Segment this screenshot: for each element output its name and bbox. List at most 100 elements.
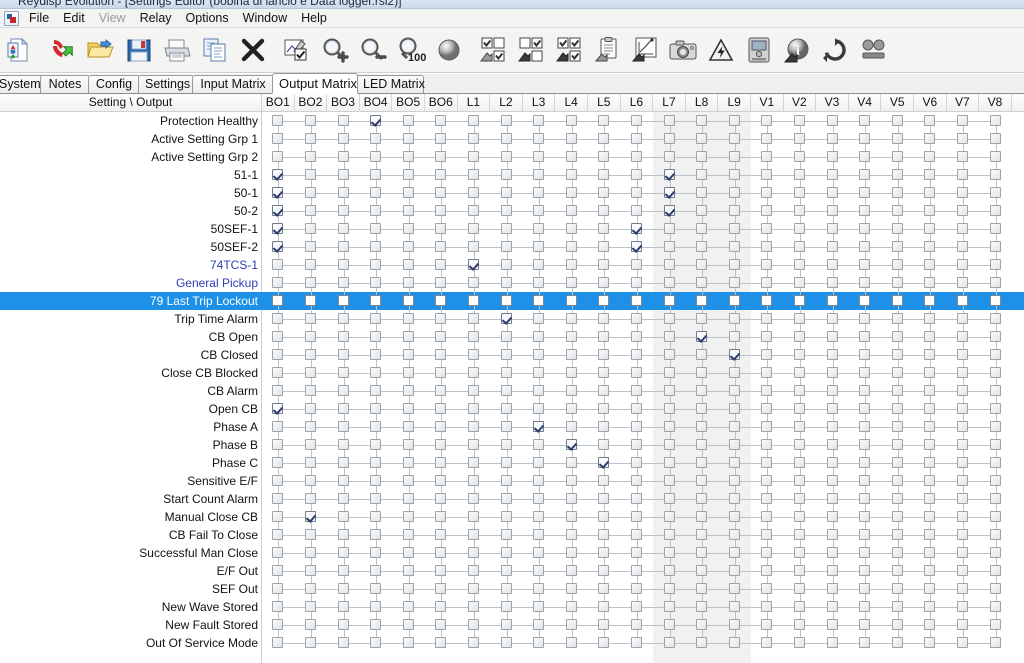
matrix-checkbox[interactable] [500, 331, 512, 342]
matrix-checkbox[interactable] [630, 115, 642, 126]
matrix-checkbox[interactable] [989, 619, 1001, 630]
graph-export-icon[interactable] [627, 30, 663, 70]
matrix-checkbox[interactable] [598, 277, 610, 288]
column-header-l1[interactable]: L1 [458, 94, 491, 112]
matrix-checkbox[interactable] [304, 619, 316, 630]
matrix-checkbox[interactable] [435, 115, 447, 126]
matrix-checkbox[interactable] [272, 295, 284, 306]
matrix-checkbox[interactable] [304, 421, 316, 432]
matrix-checkbox[interactable] [924, 637, 936, 648]
matrix-checkbox[interactable] [402, 583, 414, 594]
matrix-checkbox[interactable] [696, 493, 708, 504]
matrix-checkbox[interactable] [370, 385, 382, 396]
matrix-checkbox[interactable] [924, 133, 936, 144]
matrix-checkbox[interactable] [891, 511, 903, 522]
matrix-checkbox[interactable] [500, 637, 512, 648]
matrix-checkbox[interactable] [663, 295, 675, 306]
matrix-checkbox[interactable] [402, 115, 414, 126]
matrix-checkbox[interactable] [859, 583, 871, 594]
matrix-checkbox[interactable] [989, 493, 1001, 504]
matrix-checkbox[interactable] [272, 601, 284, 612]
matrix-checkbox[interactable] [989, 439, 1001, 450]
matrix-checkbox[interactable] [793, 295, 805, 306]
menu-item-edit[interactable]: Edit [56, 9, 92, 28]
matrix-checkbox[interactable] [696, 187, 708, 198]
matrix-checkbox[interactable] [272, 637, 284, 648]
matrix-checkbox[interactable] [728, 241, 740, 252]
matrix-checkbox[interactable] [598, 511, 610, 522]
send-checkbox-grid-icon[interactable] [475, 30, 511, 70]
matrix-checkbox[interactable] [370, 511, 382, 522]
matrix-checkbox[interactable] [793, 367, 805, 378]
matrix-checkbox[interactable] [304, 187, 316, 198]
matrix-checkbox[interactable] [891, 547, 903, 558]
matrix-checkbox[interactable] [663, 151, 675, 162]
matrix-checkbox[interactable] [956, 475, 968, 486]
matrix-checkbox[interactable] [598, 187, 610, 198]
matrix-checkbox[interactable] [826, 169, 838, 180]
matrix-checkbox[interactable] [859, 565, 871, 576]
matrix-checkbox[interactable] [696, 583, 708, 594]
matrix-checkbox[interactable] [565, 313, 577, 324]
matrix-checkbox[interactable] [304, 601, 316, 612]
matrix-checkbox[interactable] [663, 457, 675, 468]
matrix-checkbox[interactable] [826, 601, 838, 612]
matrix-checkbox[interactable] [304, 313, 316, 324]
matrix-checkbox[interactable] [793, 313, 805, 324]
matrix-checkbox[interactable] [891, 349, 903, 360]
matrix-checkbox[interactable] [337, 349, 349, 360]
matrix-checkbox[interactable] [272, 439, 284, 450]
matrix-checkbox[interactable] [435, 565, 447, 576]
matrix-checkbox[interactable] [533, 403, 545, 414]
matrix-checkbox[interactable] [467, 511, 479, 522]
matrix-checkbox[interactable] [728, 385, 740, 396]
sphere-icon[interactable] [431, 30, 467, 70]
matrix-checkbox[interactable] [500, 115, 512, 126]
matrix-checkbox[interactable] [304, 277, 316, 288]
matrix-checkbox[interactable] [337, 475, 349, 486]
matrix-checkbox[interactable] [272, 331, 284, 342]
matrix-checkbox[interactable] [826, 421, 838, 432]
matrix-checkbox[interactable] [761, 457, 773, 468]
matrix-checkbox[interactable] [728, 367, 740, 378]
save-floppy-icon[interactable] [121, 30, 157, 70]
row-label-active-setting-grp-2[interactable]: Active Setting Grp 2 [0, 148, 262, 166]
matrix-checkbox[interactable] [435, 421, 447, 432]
matrix-checkbox[interactable] [696, 367, 708, 378]
matrix-checkbox[interactable] [793, 529, 805, 540]
matrix-checkbox[interactable] [663, 259, 675, 270]
matrix-checkbox[interactable] [435, 277, 447, 288]
matrix-checkbox[interactable] [402, 637, 414, 648]
matrix-checkbox[interactable] [435, 241, 447, 252]
connect-phone-icon[interactable] [45, 30, 81, 70]
matrix-checkbox[interactable] [826, 241, 838, 252]
matrix-checkbox[interactable] [793, 187, 805, 198]
matrix-checkbox[interactable] [630, 259, 642, 270]
matrix-checkbox[interactable] [793, 115, 805, 126]
matrix-checkbox[interactable] [467, 619, 479, 630]
matrix-checkbox[interactable] [370, 313, 382, 324]
matrix-checkbox[interactable] [793, 565, 805, 576]
matrix-checkbox[interactable] [956, 295, 968, 306]
matrix-checkbox[interactable] [989, 151, 1001, 162]
matrix-checkbox[interactable] [272, 619, 284, 630]
matrix-checkbox[interactable] [989, 565, 1001, 576]
matrix-checkbox[interactable] [761, 493, 773, 504]
matrix-checkbox[interactable] [924, 583, 936, 594]
matrix-checkbox[interactable] [500, 421, 512, 432]
matrix-checkbox[interactable] [630, 493, 642, 504]
matrix-checkbox[interactable] [924, 259, 936, 270]
matrix-checkbox[interactable] [467, 295, 479, 306]
column-header-v3[interactable]: V3 [816, 94, 849, 112]
matrix-checkbox[interactable] [304, 151, 316, 162]
matrix-checkbox[interactable] [859, 277, 871, 288]
matrix-checkbox[interactable] [956, 529, 968, 540]
matrix-checkbox[interactable] [826, 151, 838, 162]
matrix-checkbox[interactable] [793, 331, 805, 342]
matrix-checkbox[interactable] [533, 619, 545, 630]
matrix-checkbox[interactable] [272, 313, 284, 324]
matrix-checkbox[interactable] [272, 169, 284, 180]
matrix-checkbox[interactable] [924, 223, 936, 234]
matrix-checkbox[interactable] [891, 223, 903, 234]
matrix-checkbox[interactable] [565, 133, 577, 144]
